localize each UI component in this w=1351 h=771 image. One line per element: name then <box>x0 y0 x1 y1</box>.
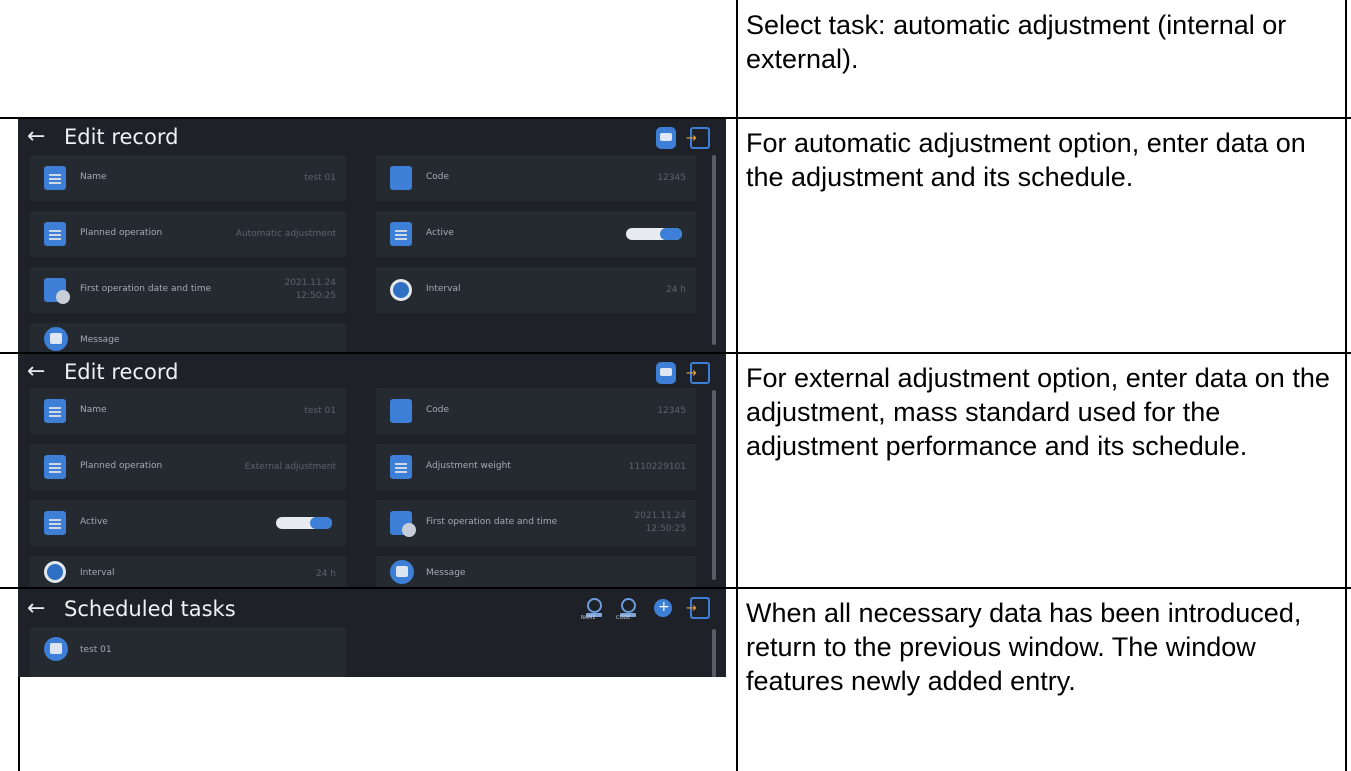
exit-icon[interactable] <box>686 362 710 384</box>
row-4-description: When all necessary data has been introdu… <box>746 598 1302 696</box>
field-value-date: 2021.11.24 <box>284 278 336 288</box>
adjustment-weight-field[interactable]: Adjustment weight 1110229101 <box>376 444 696 490</box>
field-label: Planned operation <box>80 461 163 471</box>
message-field[interactable]: Message <box>376 556 696 587</box>
first-operation-field[interactable]: First operation date and time 2021.11.24… <box>30 267 346 313</box>
scrollbar[interactable] <box>712 629 716 677</box>
field-value: 1110229101 <box>628 462 686 472</box>
screen-header: ← Edit record <box>18 354 726 390</box>
calendar-clock-icon <box>44 278 70 304</box>
screen-header: ← Edit record <box>18 119 726 155</box>
field-value: test 01 <box>304 173 336 183</box>
edit-record-screen-external: ← Edit record Name test 01 Code 12345 Pl… <box>18 354 726 587</box>
field-value: 12345 <box>657 406 686 416</box>
code-icon <box>390 399 412 423</box>
screen-title: Edit record <box>64 125 179 149</box>
task-icon <box>44 637 68 661</box>
screen-title: Edit record <box>64 360 179 384</box>
document-icon <box>44 455 66 479</box>
active-toggle[interactable] <box>626 228 682 240</box>
field-label: Interval <box>80 568 115 578</box>
field-label: Code <box>426 405 450 415</box>
field-value: test 01 <box>304 406 336 416</box>
document-icon <box>390 222 412 246</box>
instruction-table: Select task: automatic adjustment (inter… <box>0 0 1351 771</box>
field-value: 24 h <box>665 285 686 295</box>
search-name-caption: NAME <box>581 615 596 621</box>
row-1-description: Select task: automatic adjustment (inter… <box>746 10 1287 74</box>
list-item-label: test 01 <box>80 645 112 655</box>
field-label: Active <box>426 228 454 238</box>
message-field[interactable]: Message <box>30 323 346 352</box>
exit-icon[interactable] <box>686 127 710 149</box>
active-toggle[interactable] <box>276 517 332 529</box>
screen-header: ← Scheduled tasks NAME CODE <box>18 589 726 625</box>
field-label: Message <box>80 335 120 345</box>
field-label: Active <box>80 517 108 527</box>
field-label: Planned operation <box>80 228 163 238</box>
row-3-description: For external adjustment option, enter da… <box>746 363 1330 461</box>
name-field[interactable]: Name test 01 <box>30 155 346 201</box>
scrollbar[interactable] <box>712 155 716 345</box>
exit-icon[interactable] <box>686 597 710 619</box>
field-label: Interval <box>426 284 461 294</box>
code-field[interactable]: Code 12345 <box>376 388 696 434</box>
edit-record-screen-automatic: ← Edit record Name test 01 Code 12345 Pl… <box>18 119 726 352</box>
scheduled-tasks-screen: ← Scheduled tasks NAME CODE test 01 <box>18 589 726 677</box>
list-item[interactable]: test 01 <box>30 627 346 677</box>
field-value: 24 h <box>315 569 336 579</box>
name-icon <box>44 399 66 423</box>
back-arrow-icon[interactable]: ← <box>27 360 45 384</box>
clock-icon <box>44 561 66 583</box>
field-value: Automatic adjustment <box>235 229 336 239</box>
planned-operation-field[interactable]: Planned operation Automatic adjustment <box>30 211 346 257</box>
first-operation-field[interactable]: First operation date and time 2021.11.24… <box>376 500 696 546</box>
field-label: Name <box>80 172 107 182</box>
field-label: First operation date and time <box>80 284 212 294</box>
clock-icon <box>390 279 412 301</box>
field-value: External adjustment <box>244 462 336 472</box>
field-label: Name <box>80 405 107 415</box>
name-icon <box>44 166 66 190</box>
field-value-time: 12:50:25 <box>645 524 686 534</box>
document-icon <box>44 511 66 535</box>
field-label: Code <box>426 172 450 182</box>
message-icon <box>390 560 414 584</box>
keyboard-icon[interactable] <box>656 362 676 384</box>
field-value: 12345 <box>657 173 686 183</box>
message-icon <box>44 327 68 351</box>
add-icon[interactable] <box>654 598 672 617</box>
column-divider <box>736 0 738 771</box>
interval-field[interactable]: Interval 24 h <box>376 267 696 313</box>
keyboard-icon[interactable] <box>656 127 676 149</box>
document-icon <box>390 455 412 479</box>
screen-title: Scheduled tasks <box>64 597 236 621</box>
field-label: Message <box>426 568 466 578</box>
field-label: Adjustment weight <box>426 461 511 471</box>
code-icon <box>390 166 412 190</box>
search-code-caption: CODE <box>616 615 631 621</box>
code-field[interactable]: Code 12345 <box>376 155 696 201</box>
field-value-time: 12:50:25 <box>295 291 336 301</box>
back-arrow-icon[interactable]: ← <box>27 125 45 149</box>
interval-field[interactable]: Interval 24 h <box>30 556 346 587</box>
field-label: First operation date and time <box>426 517 558 527</box>
active-field[interactable]: Active <box>30 500 346 546</box>
scrollbar[interactable] <box>712 390 716 580</box>
planned-operation-field[interactable]: Planned operation External adjustment <box>30 444 346 490</box>
field-value-date: 2021.11.24 <box>634 511 686 521</box>
calendar-clock-icon <box>390 511 416 537</box>
row-2-description: For automatic adjustment option, enter d… <box>746 128 1306 192</box>
document-icon <box>44 222 66 246</box>
name-field[interactable]: Name test 01 <box>30 388 346 434</box>
active-field[interactable]: Active <box>376 211 696 257</box>
back-arrow-icon[interactable]: ← <box>27 597 45 621</box>
